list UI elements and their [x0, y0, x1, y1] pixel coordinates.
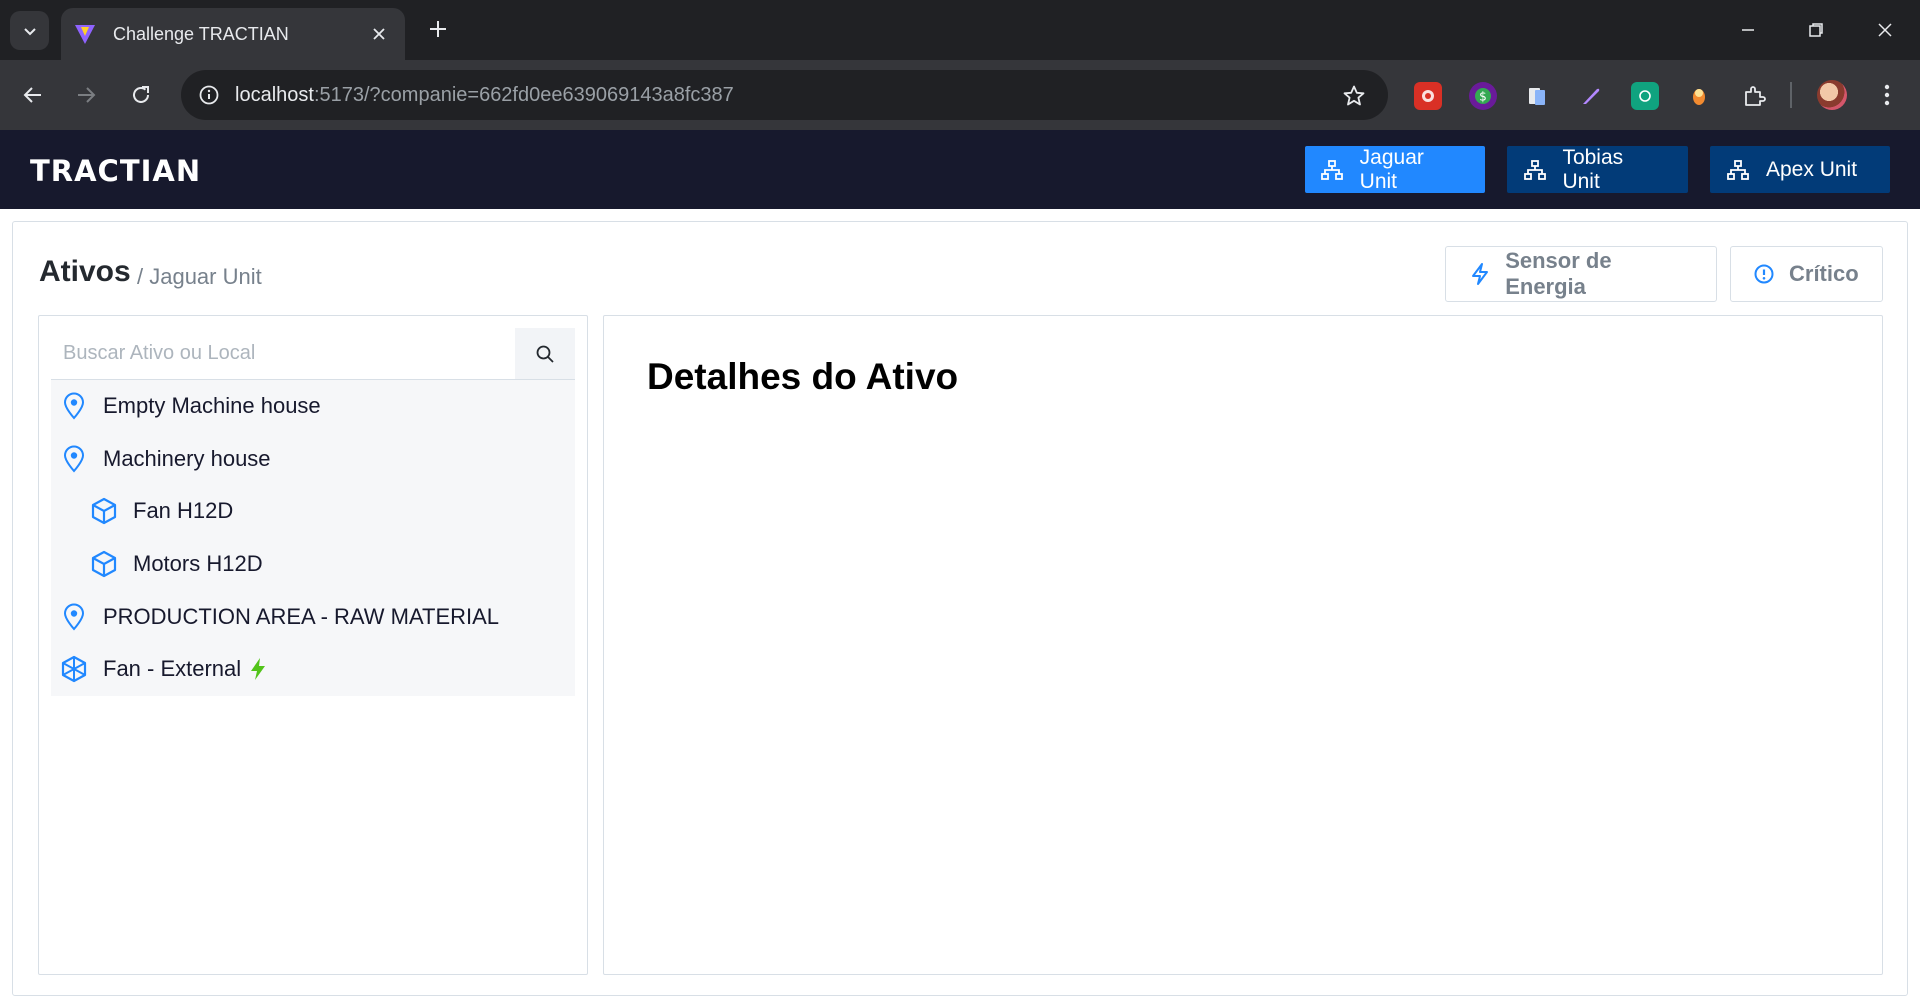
bookmark-star-icon[interactable]: [1340, 82, 1368, 110]
alert-circle-icon: [1753, 262, 1775, 286]
restore-icon[interactable]: [1796, 10, 1836, 50]
extension-6-icon[interactable]: [1685, 82, 1713, 110]
close-tab-icon[interactable]: [365, 20, 393, 48]
breadcrumb: / Jaguar Unit: [137, 264, 262, 289]
tree-item-location[interactable]: Empty Machine house: [51, 380, 575, 433]
tree-item-label: Empty Machine house: [103, 393, 321, 419]
url-path: :5173/?companie=662fd0ee639069143a8fc387: [313, 84, 734, 106]
hierarchy-icon: [1726, 158, 1750, 182]
tree-item-label: Fan - External: [103, 656, 242, 682]
asset-details-panel: Detalhes do Ativo: [603, 315, 1883, 975]
toolbar-divider: [1790, 82, 1792, 108]
search-input[interactable]: [51, 328, 515, 379]
unit-button-jaguar[interactable]: Jaguar Unit: [1305, 146, 1485, 193]
page-title: Ativos: [39, 255, 131, 288]
tree-item-asset[interactable]: Motors H12D: [51, 538, 575, 591]
hierarchy-icon: [1523, 158, 1546, 182]
new-tab-icon[interactable]: [423, 14, 453, 44]
asset-tree-panel: Empty Machine house Machinery house Fan …: [38, 315, 588, 975]
extension-4-icon[interactable]: [1577, 82, 1605, 110]
location-icon: [59, 444, 89, 474]
energy-sensor-filter-button[interactable]: Sensor de Energia: [1445, 246, 1717, 302]
tree-item-location[interactable]: PRODUCTION AREA - RAW MATERIAL: [51, 590, 575, 643]
extension-3-icon[interactable]: [1523, 82, 1551, 110]
tree-item-label: Fan H12D: [133, 498, 234, 524]
browser-toolbar: localhost:5173/?companie=662fd0ee6390691…: [0, 60, 1920, 130]
component-icon: [59, 654, 89, 684]
unit-label: Jaguar Unit: [1359, 145, 1424, 193]
energy-bolt-icon: [249, 657, 269, 681]
app-header: TRACTIAN Jaguar Unit Tobias Unit Apex Un…: [0, 130, 1920, 209]
tree-item-label: Motors H12D: [133, 551, 263, 577]
extensions-puzzle-icon[interactable]: [1740, 82, 1768, 110]
search-icon: [536, 345, 554, 363]
asset-tree: Empty Machine house Machinery house Fan …: [51, 380, 575, 696]
address-bar[interactable]: localhost:5173/?companie=662fd0ee6390691…: [181, 70, 1388, 120]
search-box: [51, 328, 575, 380]
url-host: localhost: [235, 84, 314, 106]
location-icon: [59, 391, 89, 421]
extension-1-icon[interactable]: [1414, 82, 1442, 110]
unit-label: Tobias Unit: [1562, 145, 1624, 193]
tree-item-asset[interactable]: Fan H12D: [51, 485, 575, 538]
tractian-logo[interactable]: TRACTIAN: [30, 154, 201, 188]
vite-favicon-icon: [71, 20, 99, 48]
tree-item-location[interactable]: Machinery house: [51, 433, 575, 486]
unit-label: Apex Unit: [1766, 157, 1858, 181]
tree-item-component[interactable]: Fan - External: [51, 643, 575, 696]
assets-card: Ativos / Jaguar Unit Sensor de Energia C…: [12, 221, 1908, 996]
browser-tab-bar: Challenge TRACTIAN: [0, 0, 1920, 60]
profile-avatar[interactable]: [1817, 80, 1847, 110]
forward-icon[interactable]: [67, 76, 105, 114]
asset-cube-icon: [89, 549, 119, 579]
tree-item-label: PRODUCTION AREA - RAW MATERIAL: [103, 603, 500, 629]
tab-title: Challenge TRACTIAN: [113, 23, 289, 44]
tab-search-button[interactable]: [10, 11, 49, 50]
url-text[interactable]: localhost:5173/?companie=662fd0ee6390691…: [235, 84, 734, 107]
unit-button-apex[interactable]: Apex Unit: [1710, 146, 1890, 193]
back-icon[interactable]: [14, 76, 52, 114]
extension-2-icon[interactable]: $: [1469, 82, 1497, 110]
extension-5-icon[interactable]: [1631, 82, 1659, 110]
reload-icon[interactable]: [122, 76, 160, 114]
lightning-icon: [1468, 262, 1491, 286]
chevron-down-icon: [23, 27, 36, 35]
critical-filter-button[interactable]: Crítico: [1730, 246, 1883, 302]
location-icon: [59, 602, 89, 632]
minimize-icon[interactable]: [1728, 10, 1768, 50]
asset-cube-icon: [89, 496, 119, 526]
search-button[interactable]: [515, 328, 575, 379]
tree-item-label: Machinery house: [103, 445, 271, 471]
site-info-icon[interactable]: [193, 79, 225, 111]
hierarchy-icon: [1321, 158, 1344, 182]
filter-label: Crítico: [1789, 261, 1859, 286]
unit-button-tobias[interactable]: Tobias Unit: [1507, 146, 1688, 193]
details-title: Detalhes do Ativo: [647, 356, 959, 397]
browser-tab[interactable]: Challenge TRACTIAN: [61, 8, 405, 60]
filter-label: Sensor de Energia: [1505, 248, 1612, 299]
svg-text:$: $: [1479, 90, 1487, 104]
close-window-icon[interactable]: [1865, 10, 1905, 50]
browser-menu-icon[interactable]: [1872, 80, 1902, 110]
